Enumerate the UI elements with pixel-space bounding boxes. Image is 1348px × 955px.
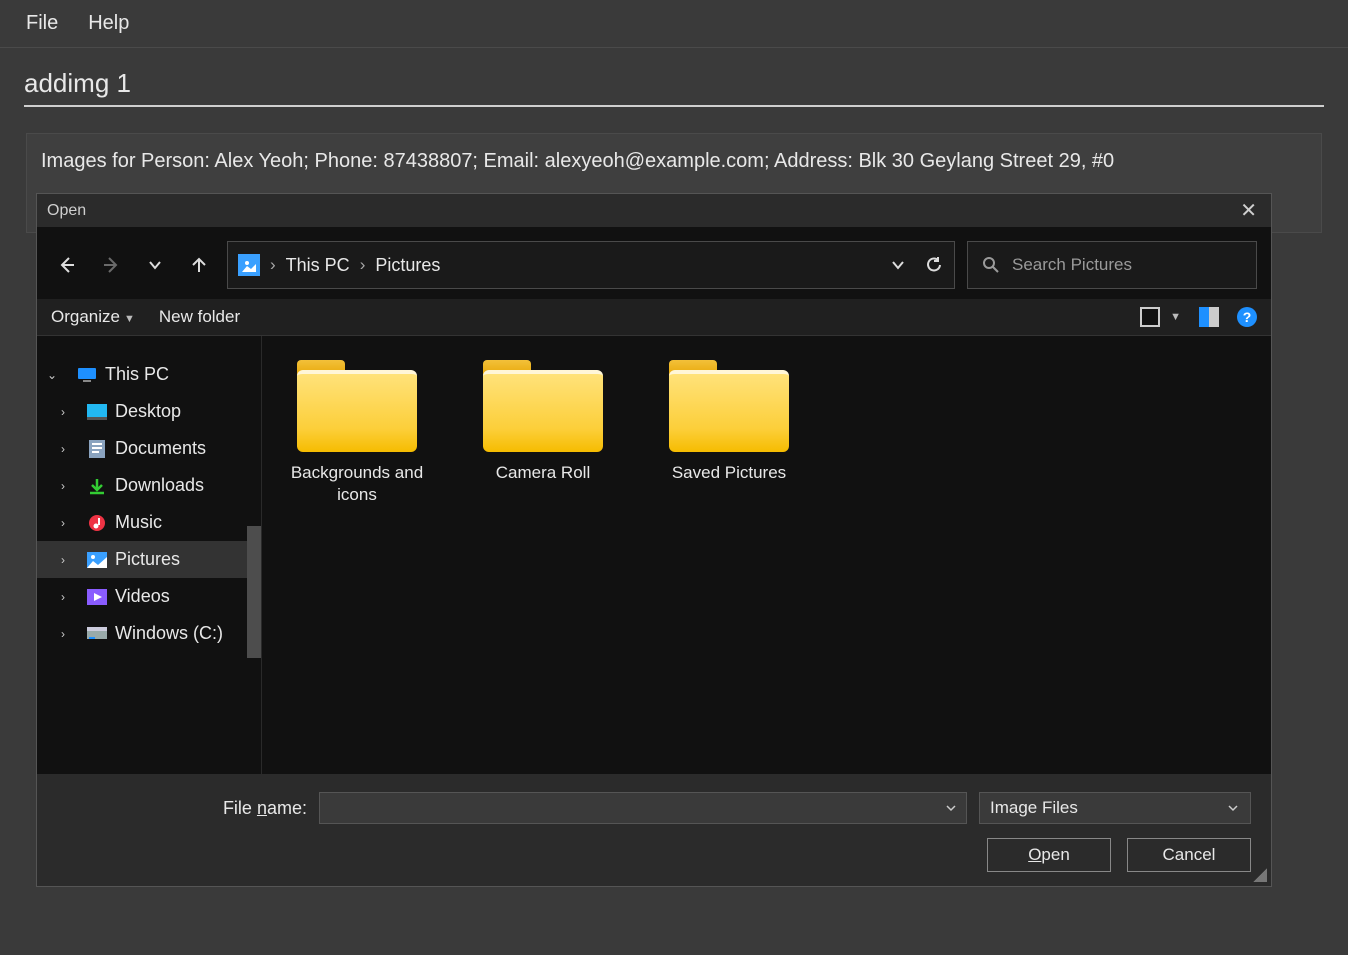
nav-this-pc[interactable]: ⌄ This PC (37, 356, 261, 393)
videos-icon (87, 588, 107, 606)
nav-label: Windows (C:) (115, 623, 223, 644)
chevron-down-icon (147, 257, 163, 273)
arrow-up-icon (189, 255, 209, 275)
crumb-pictures[interactable]: Pictures (375, 255, 440, 276)
crumb-this-pc[interactable]: This PC (286, 255, 350, 276)
chevron-down-icon[interactable]: ⌄ (47, 368, 57, 382)
nav-windows-c[interactable]: › Windows (C:) (37, 615, 261, 652)
chevron-right-icon[interactable]: › (61, 590, 65, 604)
nav-pictures[interactable]: › Pictures (37, 541, 261, 578)
dialog-navrow: › This PC › Pictures Search Pictures (37, 227, 1271, 299)
arrow-left-icon (57, 255, 77, 275)
nav-desktop[interactable]: › Desktop (37, 393, 261, 430)
nav-label: Downloads (115, 475, 204, 496)
folder-icon (669, 360, 789, 452)
pictures-location-icon (238, 254, 260, 276)
nav-pane: ⌄ This PC › Desktop › Documents › Downlo… (37, 336, 262, 774)
address-dropdown-button[interactable] (890, 257, 906, 273)
open-file-dialog: Open ✕ › This PC › Pictures (36, 193, 1272, 887)
app-menubar: File Help (0, 0, 1348, 48)
chevron-down-icon (1226, 801, 1240, 815)
crumb-sep-icon: › (360, 255, 366, 275)
music-icon (87, 514, 107, 532)
nav-label: Desktop (115, 401, 181, 422)
nav-scrollbar[interactable] (247, 526, 261, 658)
arrow-right-icon (101, 255, 121, 275)
file-type-select[interactable]: Image Files (979, 792, 1251, 824)
chevron-right-icon[interactable]: › (61, 405, 65, 419)
chevron-right-icon[interactable]: › (61, 516, 65, 530)
folder-icon (297, 360, 417, 452)
drive-icon (87, 625, 107, 643)
preview-pane-button[interactable] (1199, 307, 1219, 327)
command-input[interactable]: addimg 1 (24, 68, 1324, 107)
new-folder-button[interactable]: New folder (159, 307, 240, 327)
dialog-title: Open (47, 202, 86, 220)
chevron-right-icon[interactable]: › (61, 553, 65, 567)
address-bar[interactable]: › This PC › Pictures (227, 241, 955, 289)
folder-content[interactable]: Backgrounds and icons Camera Roll Saved … (262, 336, 1271, 774)
folder-label: Backgrounds and icons (282, 462, 432, 506)
nav-label: Documents (115, 438, 206, 459)
nav-label: Music (115, 512, 162, 533)
menu-file[interactable]: File (26, 12, 58, 35)
nav-downloads[interactable]: › Downloads (37, 467, 261, 504)
pictures-icon (87, 551, 107, 569)
view-icon (1140, 307, 1160, 327)
desktop-icon (87, 403, 107, 421)
nav-label: This PC (105, 364, 169, 385)
nav-recent-button[interactable] (139, 249, 171, 281)
nav-documents[interactable]: › Documents (37, 430, 261, 467)
dialog-toolbar: Organize▼ New folder ▼ ? (37, 299, 1271, 336)
folder-backgrounds-and-icons[interactable]: Backgrounds and icons (282, 360, 432, 506)
search-placeholder: Search Pictures (1012, 255, 1132, 275)
organize-button[interactable]: Organize▼ (51, 307, 135, 327)
nav-music[interactable]: › Music (37, 504, 261, 541)
chevron-right-icon[interactable]: › (61, 442, 65, 456)
refresh-button[interactable] (924, 255, 944, 275)
folder-label: Saved Pictures (672, 462, 786, 484)
folder-label: Camera Roll (496, 462, 590, 484)
nav-forward-button[interactable] (95, 249, 127, 281)
dialog-footer: File name: Image Files Open Cancel (37, 774, 1271, 886)
crumb-sep-icon: › (270, 255, 276, 275)
chevron-down-icon[interactable] (944, 801, 958, 815)
view-mode-button[interactable]: ▼ (1140, 307, 1181, 327)
search-icon (982, 256, 1000, 274)
nav-label: Pictures (115, 549, 180, 570)
resize-grip[interactable] (1253, 868, 1267, 882)
menu-help[interactable]: Help (88, 12, 129, 35)
file-name-input[interactable] (319, 792, 967, 824)
refresh-icon (924, 255, 944, 275)
nav-up-button[interactable] (183, 249, 215, 281)
cancel-button[interactable]: Cancel (1127, 838, 1251, 872)
chevron-right-icon[interactable]: › (61, 627, 65, 641)
folder-camera-roll[interactable]: Camera Roll (468, 360, 618, 484)
this-pc-icon (77, 366, 97, 384)
dialog-titlebar: Open ✕ (37, 194, 1271, 227)
folder-saved-pictures[interactable]: Saved Pictures (654, 360, 804, 484)
nav-videos[interactable]: › Videos (37, 578, 261, 615)
close-icon[interactable]: ✕ (1240, 198, 1257, 223)
documents-icon (87, 440, 107, 458)
folder-icon (483, 360, 603, 452)
result-text: Images for Person: Alex Yeoh; Phone: 874… (41, 150, 1114, 172)
file-name-label: File name: (57, 798, 307, 819)
chevron-down-icon (890, 257, 906, 273)
nav-back-button[interactable] (51, 249, 83, 281)
nav-label: Videos (115, 586, 170, 607)
file-type-value: Image Files (990, 798, 1078, 818)
downloads-icon (87, 477, 107, 495)
chevron-right-icon[interactable]: › (61, 479, 65, 493)
help-button[interactable]: ? (1237, 307, 1257, 327)
search-input[interactable]: Search Pictures (967, 241, 1257, 289)
open-button[interactable]: Open (987, 838, 1111, 872)
